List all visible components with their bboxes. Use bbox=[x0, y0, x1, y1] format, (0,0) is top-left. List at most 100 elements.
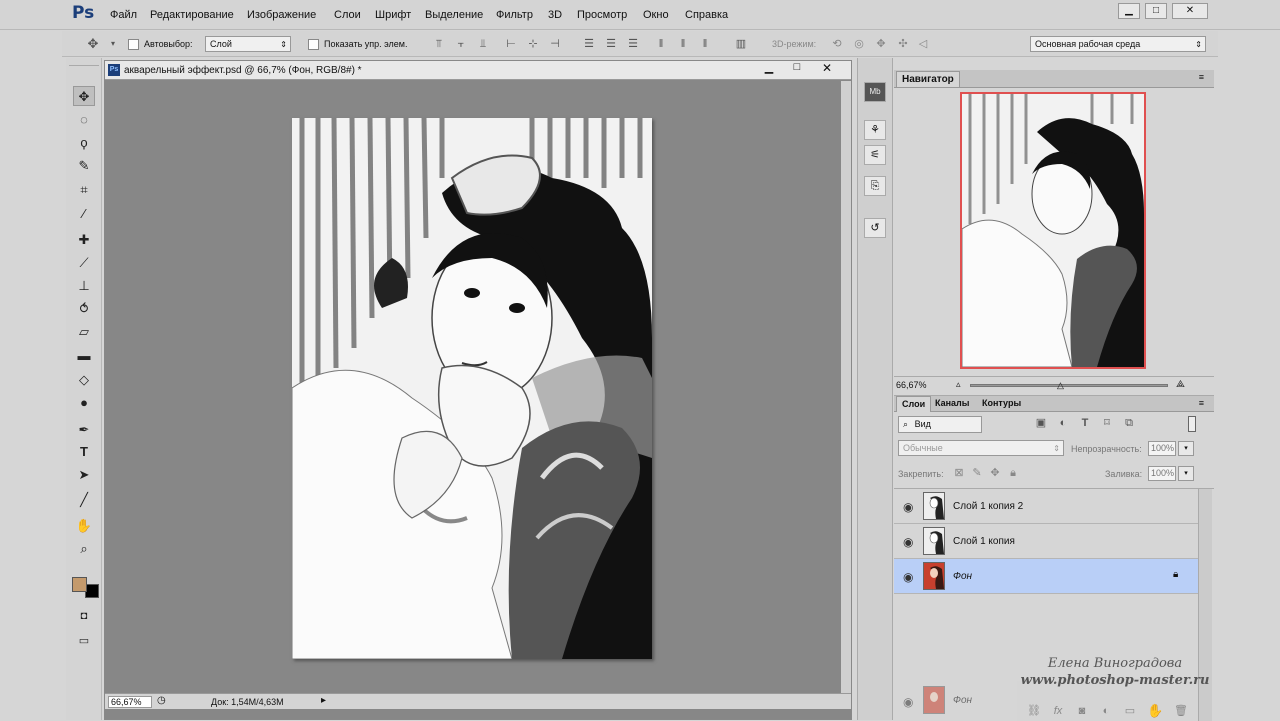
link-layers-icon[interactable]: ⛓ bbox=[1027, 704, 1041, 718]
zoom-out-icon[interactable]: ▵ bbox=[956, 379, 961, 390]
panel-menu-icon[interactable]: ≡ bbox=[1199, 72, 1204, 82]
crop-tool-icon[interactable]: ⌗ bbox=[73, 180, 95, 200]
layer-row-selected[interactable]: ◉ Фон 🔒︎ bbox=[894, 559, 1198, 594]
close-button[interactable]: ✕ bbox=[1172, 3, 1208, 19]
menu-window[interactable]: Окно bbox=[643, 9, 669, 21]
canvas-image[interactable] bbox=[291, 117, 652, 660]
menu-filter[interactable]: Фильтр bbox=[496, 9, 533, 21]
zoom-slider[interactable] bbox=[970, 384, 1168, 387]
menu-type[interactable]: Шрифт bbox=[375, 9, 411, 21]
path-select-tool-icon[interactable]: ➤ bbox=[73, 465, 95, 485]
fx-icon[interactable]: fx bbox=[1051, 704, 1065, 718]
dodge-tool-icon[interactable]: ● bbox=[73, 393, 95, 413]
distribute-left-icon[interactable]: ‖ bbox=[654, 37, 668, 51]
filter-shape-icon[interactable]: ⌑ bbox=[1100, 416, 1114, 430]
opacity-dropdown-icon[interactable]: ▾ bbox=[1178, 441, 1194, 456]
brush-panel-icon[interactable]: ⚟ bbox=[864, 145, 886, 165]
history-brush-tool-icon[interactable]: ⥀ bbox=[73, 299, 95, 319]
workspace-dropdown[interactable]: Основная рабочая среда ⇕ bbox=[1030, 36, 1206, 52]
align-right-icon[interactable]: ⊣ bbox=[548, 37, 562, 51]
new-group-icon[interactable]: ▭ bbox=[1123, 704, 1137, 718]
panel-menu-icon[interactable]: ≡ bbox=[1199, 398, 1204, 408]
menu-layers[interactable]: Слои bbox=[334, 9, 361, 21]
adjustment-layer-icon[interactable]: ◐ bbox=[1099, 704, 1113, 718]
quick-select-tool-icon[interactable]: ✎ bbox=[73, 156, 95, 176]
lock-all-icon[interactable]: 🔒︎ bbox=[1006, 466, 1020, 480]
visibility-eye-icon[interactable]: ◉ bbox=[903, 500, 913, 514]
healing-brush-tool-icon[interactable]: ✚ bbox=[73, 230, 95, 250]
tool-preset-arrow-icon[interactable]: ▾ bbox=[106, 37, 120, 51]
tab-paths[interactable]: Контуры bbox=[977, 396, 1026, 412]
zoom-tool-icon[interactable]: ⌕ bbox=[73, 539, 95, 559]
lock-pixels-icon[interactable]: ✎ bbox=[970, 466, 984, 480]
tab-navigator[interactable]: Навигатор bbox=[896, 71, 960, 87]
mini-bridge-icon[interactable]: Mb bbox=[864, 82, 886, 102]
menu-select[interactable]: Выделение bbox=[425, 9, 483, 21]
distribute-bottom-icon[interactable]: ☰ bbox=[626, 37, 640, 51]
document-tab[interactable]: Ps акварельный эффект.psd @ 66,7% (Фон, … bbox=[105, 61, 851, 80]
lasso-tool-icon[interactable]: ϙ bbox=[73, 133, 95, 153]
3d-scale-icon[interactable]: ◁ bbox=[916, 37, 930, 51]
navigator-zoom[interactable]: 66,67% bbox=[896, 380, 927, 390]
eraser-tool-icon[interactable]: ▱ bbox=[73, 322, 95, 342]
show-controls-checkbox[interactable] bbox=[308, 39, 319, 50]
doc-maximize-button[interactable]: □ bbox=[785, 61, 809, 79]
3d-roll-icon[interactable]: ◎ bbox=[852, 37, 866, 51]
quick-mask-icon[interactable]: ◘ bbox=[73, 606, 95, 626]
menu-image[interactable]: Изображение bbox=[247, 9, 316, 21]
menu-3d[interactable]: 3D bbox=[548, 9, 562, 21]
add-mask-icon[interactable]: ◙ bbox=[1075, 704, 1089, 718]
lock-position-icon[interactable]: ✥ bbox=[988, 466, 1002, 480]
pen-tool-icon[interactable]: ✒ bbox=[73, 420, 95, 440]
layer-row[interactable]: ◉ Слой 1 копия bbox=[894, 524, 1198, 559]
zoom-in-icon[interactable]: ⟁ bbox=[1176, 379, 1185, 390]
hand-tool-icon[interactable]: ✋ bbox=[73, 516, 95, 536]
eyedropper-tool-icon[interactable]: ⁄ bbox=[73, 204, 95, 224]
doc-close-button[interactable]: ✕ bbox=[815, 61, 839, 79]
tab-layers[interactable]: Слои bbox=[896, 396, 932, 412]
clone-source-icon[interactable]: ⎘ bbox=[864, 176, 886, 196]
menu-view[interactable]: Просмотр bbox=[577, 9, 627, 21]
toolbox-grip[interactable] bbox=[69, 60, 99, 66]
fill-field[interactable]: 100% bbox=[1148, 466, 1176, 481]
layer-filter-dropdown[interactable]: ⌕ Вид bbox=[898, 416, 982, 433]
gradient-tool-icon[interactable]: ▬ bbox=[73, 346, 95, 366]
menu-file[interactable]: Файл bbox=[110, 9, 137, 21]
move-tool-icon[interactable]: ✥ bbox=[86, 37, 100, 51]
layer-row[interactable]: ◉ Слой 1 копия 2 bbox=[894, 489, 1198, 524]
clone-stamp-tool-icon[interactable]: ⊥ bbox=[73, 276, 95, 296]
marquee-tool-icon[interactable]: ◌ bbox=[73, 110, 95, 130]
autoselect-dropdown[interactable]: Слой ⇕ bbox=[205, 36, 291, 52]
blend-mode-dropdown[interactable]: Обычные ⇕ bbox=[898, 440, 1064, 456]
align-top-icon[interactable]: ⫪ bbox=[432, 37, 446, 51]
line-tool-icon[interactable]: ╱ bbox=[73, 490, 95, 510]
zoom-slider-thumb[interactable]: △ bbox=[1057, 380, 1064, 391]
navigator-thumbnail[interactable] bbox=[960, 92, 1146, 369]
lock-transparent-icon[interactable]: ⊠ bbox=[952, 466, 966, 480]
status-arrow-icon[interactable]: ▸ bbox=[321, 695, 326, 706]
3d-pan-icon[interactable]: ✥ bbox=[874, 37, 888, 51]
delete-layer-icon[interactable]: 🗑︎ bbox=[1174, 704, 1188, 718]
screen-mode-icon[interactable]: ▭ bbox=[73, 631, 95, 651]
blur-tool-icon[interactable]: ◇ bbox=[73, 370, 95, 390]
distribute-top-icon[interactable]: ☰ bbox=[582, 37, 596, 51]
filter-smart-object-icon[interactable]: ⧉ bbox=[1122, 416, 1136, 430]
filter-type-icon[interactable]: T bbox=[1078, 416, 1092, 430]
move-tool-icon[interactable]: ✥ bbox=[73, 86, 95, 106]
menu-edit[interactable]: Редактирование bbox=[150, 9, 234, 21]
maximize-button[interactable]: □ bbox=[1145, 3, 1167, 19]
brush-tool-icon[interactable]: ⟋ bbox=[73, 253, 95, 273]
fill-dropdown-icon[interactable]: ▾ bbox=[1178, 466, 1194, 481]
distribute-hcenter-icon[interactable]: ‖ bbox=[676, 37, 690, 51]
visibility-eye-icon[interactable]: ◉ bbox=[903, 570, 913, 584]
type-tool-icon[interactable]: T bbox=[73, 442, 95, 462]
opacity-field[interactable]: 100% bbox=[1148, 441, 1176, 456]
3d-slide-icon[interactable]: ✣ bbox=[896, 37, 910, 51]
menu-help[interactable]: Справка bbox=[685, 9, 728, 21]
autoselect-checkbox[interactable] bbox=[128, 39, 139, 50]
align-bottom-icon[interactable]: ⫫ bbox=[476, 37, 490, 51]
distribute-vcenter-icon[interactable]: ☰ bbox=[604, 37, 618, 51]
auto-align-icon[interactable]: ▥ bbox=[734, 37, 748, 51]
history-panel-icon[interactable]: ↺ bbox=[864, 218, 886, 238]
align-vcenter-icon[interactable]: ⫟ bbox=[454, 37, 468, 51]
